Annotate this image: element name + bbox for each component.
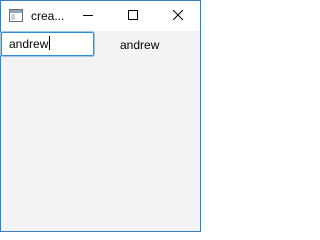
close-icon bbox=[172, 7, 184, 25]
title-bar[interactable]: crea... bbox=[1, 1, 200, 31]
maximize-button[interactable] bbox=[110, 1, 156, 31]
echo-label: andrew bbox=[120, 38, 160, 52]
close-button[interactable] bbox=[155, 1, 201, 31]
window-title: crea... bbox=[31, 9, 65, 23]
app-window: crea... andrew andrew bbox=[0, 0, 201, 232]
app-window-icon bbox=[9, 9, 23, 22]
name-text-field[interactable]: andrew bbox=[1, 32, 94, 56]
content-pane: andrew andrew bbox=[1, 31, 200, 231]
minimize-button[interactable] bbox=[65, 1, 111, 31]
text-caret bbox=[49, 36, 51, 50]
minimize-icon bbox=[83, 7, 93, 25]
maximize-icon bbox=[128, 7, 138, 25]
name-text-field-value: andrew bbox=[9, 37, 49, 51]
